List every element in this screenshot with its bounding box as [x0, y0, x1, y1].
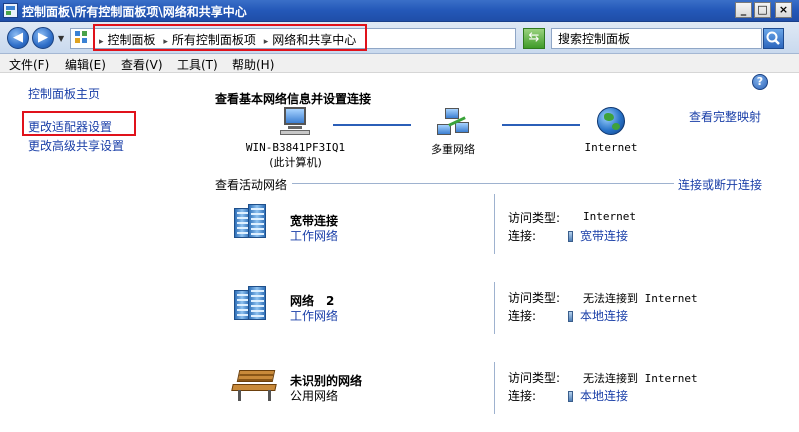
connection-label: 连接: [508, 309, 537, 323]
connection-link[interactable]: 本地连接 [568, 387, 628, 404]
multiple-networks-icon [437, 108, 471, 138]
network-type-link[interactable]: 工作网络 [290, 307, 338, 324]
this-computer-label: (此计算机) [269, 156, 322, 169]
title-bar: 控制面板\所有控制面板项\网络和共享中心 _ □ × [0, 0, 799, 22]
recent-pages-dropdown[interactable]: ▼ [58, 34, 64, 43]
active-networks-title: 查看活动网络 [215, 178, 288, 192]
divider [494, 194, 495, 254]
map-connection-line [502, 124, 580, 126]
menu-edit[interactable]: 编辑(E) [65, 56, 106, 73]
sidebar-item-change-advanced-sharing[interactable]: 更改高级共享设置 [28, 137, 124, 154]
public-network-bench-icon[interactable] [231, 370, 278, 402]
connection-link[interactable]: 宽带连接 [568, 227, 628, 244]
refresh-button[interactable]: ⇆ [523, 28, 545, 49]
connection-icon [568, 311, 573, 322]
connect-disconnect-link[interactable]: 连接或断开连接 [678, 176, 762, 193]
access-type-label: 访问类型: [508, 291, 561, 305]
connection-icon [568, 231, 573, 242]
work-network-icon[interactable] [234, 204, 274, 240]
view-full-map-link[interactable]: 查看完整映射 [689, 108, 761, 125]
internet-globe-icon[interactable] [597, 107, 625, 135]
multiple-networks-label[interactable]: 多重网络 [420, 141, 486, 157]
access-type-label: 访问类型: [508, 211, 561, 225]
adapter-settings-highlight-box [22, 111, 136, 136]
divider [292, 183, 674, 184]
menu-bar: 文件(F) 编辑(E) 查看(V) 工具(T) 帮助(H) [0, 54, 799, 73]
computer-name-text: WIN-B3841PF3IQ1 [245, 141, 346, 154]
close-button[interactable]: × [775, 2, 792, 18]
page-title: 查看基本网络信息并设置连接 [215, 92, 372, 106]
control-panel-icon [3, 3, 18, 18]
connection-label: 连接: [508, 389, 537, 403]
menu-view[interactable]: 查看(V) [121, 56, 163, 73]
access-type-value: 无法连接到 Internet [583, 372, 698, 385]
network-item: 网络 2 工作网络 访问类型: 无法连接到 Internet 连接: 本地连接 [230, 282, 770, 356]
map-connection-line [333, 124, 411, 126]
sidebar-item-control-panel-home[interactable]: 控制面板主页 [28, 85, 100, 102]
forward-button[interactable]: ▶ [32, 27, 54, 49]
computer-name[interactable]: WIN-B3841PF3IQ1 (此计算机) [243, 141, 348, 170]
network-item: 未识别的网络 公用网络 访问类型: 无法连接到 Internet 连接: 本地连… [230, 362, 770, 432]
menu-help[interactable]: 帮助(H) [232, 56, 274, 73]
connection-label: 连接: [508, 229, 537, 243]
work-network-icon[interactable] [234, 286, 274, 322]
menu-file[interactable]: 文件(F) [9, 56, 49, 73]
connection-name: 宽带连接 [580, 229, 629, 243]
help-icon[interactable]: ? [752, 74, 768, 90]
divider [494, 282, 495, 334]
computer-icon [280, 107, 310, 137]
search-icon[interactable] [763, 28, 784, 49]
menu-tools[interactable]: 工具(T) [177, 56, 218, 73]
back-button[interactable]: ◀ [7, 27, 29, 49]
control-panel-icon [75, 31, 89, 46]
network-type: 公用网络 [290, 389, 339, 403]
search-field[interactable] [551, 28, 762, 49]
maximize-button[interactable]: □ [754, 2, 771, 18]
window-title: 控制面板\所有控制面板项\网络和共享中心 [22, 5, 247, 19]
connection-link[interactable]: 本地连接 [568, 307, 628, 324]
access-type-label: 访问类型: [508, 371, 561, 385]
network-type-link[interactable]: 工作网络 [290, 227, 338, 244]
minimize-button[interactable]: _ [735, 2, 752, 18]
connection-name: 本地连接 [580, 389, 629, 403]
connection-icon [568, 391, 573, 402]
divider [494, 362, 495, 414]
breadcrumb-highlight-box [93, 24, 367, 51]
access-type-value: Internet [583, 210, 636, 223]
search-input[interactable] [558, 31, 758, 46]
network-item: 宽带连接 工作网络 访问类型: Internet 连接: 宽带连接 [230, 194, 770, 274]
connection-name: 本地连接 [580, 309, 629, 323]
access-type-value: 无法连接到 Internet [583, 292, 698, 305]
internet-label[interactable]: Internet [580, 141, 642, 154]
